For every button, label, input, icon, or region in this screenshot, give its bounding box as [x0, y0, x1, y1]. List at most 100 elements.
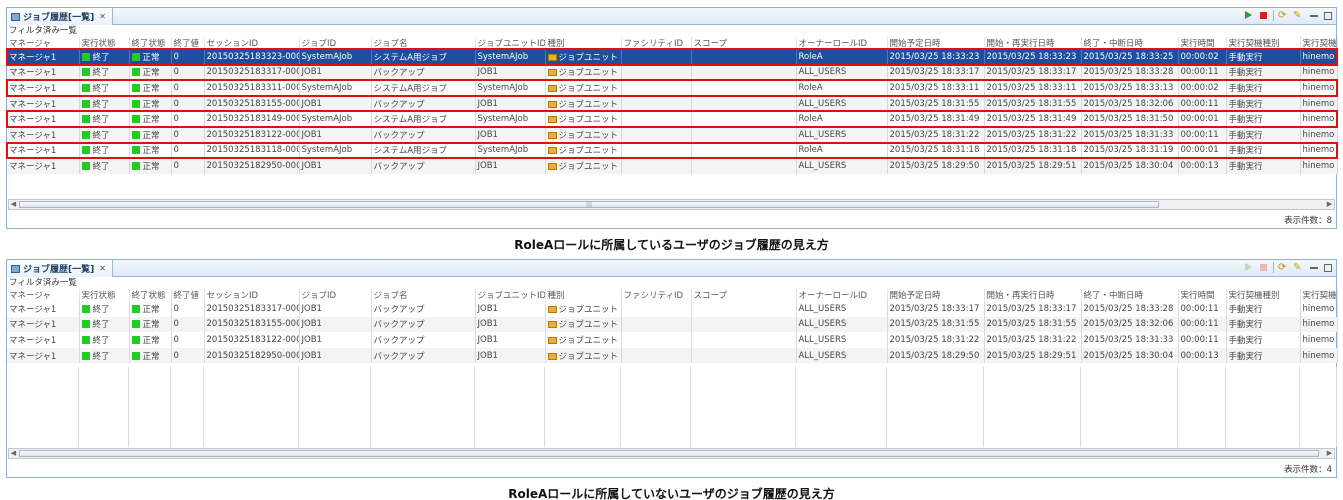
minimize-icon[interactable]: [1310, 266, 1318, 269]
cell-exec-state: 終了: [79, 347, 130, 364]
table-row[interactable]: マネージャ1 終了 正常 0 20150325183122-000 JOB1 バックアップ J…: [7, 332, 1338, 348]
column-header-jobunit-id[interactable]: ジョブユニットID: [475, 37, 546, 49]
tab-job-history[interactable]: ジョブ履歴[一覧] ✕: [7, 260, 113, 277]
cell-session-id: 20150325183155-000: [204, 95, 300, 112]
column-header-job-id[interactable]: ジョブID: [299, 289, 372, 301]
green-square-icon: [131, 83, 140, 92]
table-row[interactable]: マネージャ1 終了 正常 0 20150325183149-000 SystemAJob シ…: [6, 110, 1338, 128]
tab-bar: ジョブ履歴[一覧] ✕ ⟳ ✎: [7, 8, 1336, 25]
column-header-end-value[interactable]: 終了値: [171, 289, 205, 301]
column-header-end-state[interactable]: 終了状態: [129, 289, 172, 301]
column-header-trigger-type[interactable]: 実行契機種別: [1226, 289, 1301, 301]
column-header-scope[interactable]: スコープ: [691, 289, 797, 301]
column-header-end-abort[interactable]: 終了・中断日時: [1081, 37, 1179, 49]
cell-job-id: JOB1: [299, 347, 372, 364]
cell-text: 2015/03/25 18:31:50: [1083, 114, 1174, 125]
column-header-type[interactable]: 種別: [545, 289, 622, 301]
cell-owner-role-id: RoleA: [796, 80, 888, 96]
column-header-start-rerun[interactable]: 開始・再実行日時: [984, 37, 1082, 49]
column-header-exec-time[interactable]: 実行時間: [1178, 289, 1227, 301]
column-header-facility-id[interactable]: ファシリティID: [621, 289, 692, 301]
table-row[interactable]: マネージャ1 終了 正常 0 20150325183317-000 JOB1 バックアップ J…: [7, 301, 1338, 317]
table-row[interactable]: マネージャ1 終了 正常 0 20150325183323-000 SystemAJob シ…: [6, 48, 1338, 66]
horizontal-scrollbar[interactable]: ◀ ||| ▶: [8, 199, 1335, 210]
table-row[interactable]: マネージャ1 終了 正常 0 20150325183118-000 SystemAJob シ…: [6, 141, 1338, 160]
column-header-trigger[interactable]: 実行契機: [1300, 289, 1338, 301]
refresh-icon[interactable]: ⟳: [1278, 10, 1289, 21]
column-header-trigger[interactable]: 実行契機: [1300, 37, 1338, 49]
column-header-manager[interactable]: マネージャ: [7, 37, 80, 49]
cell-facility-id: [621, 332, 692, 348]
close-icon[interactable]: ✕: [99, 264, 106, 273]
cell-end-abort: 2015/03/25 18:30:04: [1081, 347, 1179, 364]
cell-type: ジョブユニット: [545, 347, 622, 364]
scroll-thumb[interactable]: |||: [19, 201, 1159, 208]
cell-text: システムA用ジョブ: [373, 115, 448, 126]
tab-job-history[interactable]: ジョブ履歴[一覧] ✕: [7, 8, 113, 25]
column-header-owner-role-id[interactable]: オーナーロールID: [796, 37, 888, 49]
maximize-icon[interactable]: [1324, 11, 1332, 20]
table-row[interactable]: マネージャ1 終了 正常 0 20150325182950-000 JOB1 バックアップ J…: [7, 347, 1338, 364]
table-row[interactable]: マネージャ1 終了 正常 0 20150325183311-000 SystemAJob シ…: [6, 79, 1338, 97]
column-header-session-id[interactable]: セッションID: [204, 289, 300, 301]
pen-icon[interactable]: ✎: [1293, 262, 1304, 273]
maximize-icon[interactable]: [1324, 263, 1332, 272]
column-header-exec-state[interactable]: 実行状態: [79, 289, 130, 301]
column-header-facility-id[interactable]: ファシリティID: [621, 37, 692, 49]
column-header-exec-time[interactable]: 実行時間: [1178, 37, 1227, 49]
cell-text: 20150325183323-000: [206, 51, 299, 62]
cell-manager: マネージャ1: [7, 111, 80, 127]
minimize-icon[interactable]: [1310, 14, 1318, 17]
table-row[interactable]: マネージャ1 終了 正常 0 20150325183317-000 JOB1 バックアップ J…: [7, 64, 1338, 81]
column-header-job-name[interactable]: ジョブ名: [371, 289, 476, 301]
cell-text: ALL_USERS: [798, 129, 847, 140]
close-icon[interactable]: ✕: [99, 12, 106, 21]
column-header-job-id[interactable]: ジョブID: [299, 37, 372, 49]
column-divider: [298, 367, 299, 447]
cell-end-abort: 2015/03/25 18:32:06: [1081, 95, 1179, 112]
scroll-thumb[interactable]: [19, 450, 1319, 457]
column-header-end-abort[interactable]: 終了・中断日時: [1081, 289, 1179, 301]
column-header-trigger-type[interactable]: 実行契機種別: [1226, 37, 1301, 49]
column-header-end-state[interactable]: 終了状態: [129, 37, 172, 49]
column-header-exec-state[interactable]: 実行状態: [79, 37, 130, 49]
column-header-scheduled-start[interactable]: 開始予定日時: [887, 37, 985, 49]
cell-trigger: hinemo: [1300, 332, 1338, 348]
scroll-right-icon[interactable]: ▶: [1325, 200, 1334, 209]
scroll-left-icon[interactable]: ◀: [9, 200, 18, 209]
refresh-icon[interactable]: ⟳: [1278, 262, 1289, 273]
cell-text: バックアップ: [373, 99, 425, 110]
pen-icon[interactable]: ✎: [1293, 10, 1304, 21]
column-header-start-rerun[interactable]: 開始・再実行日時: [984, 289, 1082, 301]
column-header-end-value[interactable]: 終了値: [171, 37, 205, 49]
table-row[interactable]: マネージャ1 終了 正常 0 20150325183155-000 JOB1 バックアップ J…: [7, 95, 1338, 112]
column-header-job-name[interactable]: ジョブ名: [371, 37, 476, 49]
cell-end-value: 0: [171, 64, 205, 81]
cell-end-state: 正常: [129, 49, 172, 65]
stop-icon[interactable]: [1258, 262, 1269, 273]
scroll-right-icon[interactable]: ▶: [1325, 449, 1334, 458]
column-header-scope[interactable]: スコープ: [691, 37, 797, 49]
column-header-owner-role-id[interactable]: オーナーロールID: [796, 289, 888, 301]
cell-text: 2015/03/25 18:31:49: [986, 114, 1077, 125]
cell-text: 2015/03/25 18:33:28: [1083, 303, 1174, 314]
horizontal-scrollbar[interactable]: ◀ ▶: [8, 448, 1335, 459]
scroll-left-icon[interactable]: ◀: [9, 449, 18, 458]
cell-trigger-type: 手動実行: [1226, 80, 1301, 96]
play-icon[interactable]: [1243, 262, 1254, 273]
table-row[interactable]: マネージャ1 終了 正常 0 20150325183122-000 JOB1 バックアップ J…: [7, 126, 1338, 143]
stop-icon[interactable]: [1258, 10, 1269, 21]
cell-text: 手動実行: [1228, 335, 1263, 346]
cell-jobunit-id: SystemAJob: [475, 80, 546, 96]
cell-trigger-type: 手動実行: [1226, 111, 1301, 127]
column-header-type[interactable]: 種別: [545, 37, 622, 49]
play-icon[interactable]: [1243, 10, 1254, 21]
column-header-manager[interactable]: マネージャ: [7, 289, 80, 301]
cell-text: バックアップ: [373, 304, 425, 315]
table-row[interactable]: マネージャ1 終了 正常 0 20150325183155-000 JOB1 バックアップ J…: [7, 316, 1338, 333]
cell-text: 0: [173, 319, 179, 330]
column-header-scheduled-start[interactable]: 開始予定日時: [887, 289, 985, 301]
column-header-session-id[interactable]: セッションID: [204, 37, 300, 49]
column-header-jobunit-id[interactable]: ジョブユニットID: [475, 289, 546, 301]
table-row[interactable]: マネージャ1 終了 正常 0 20150325182950-000 JOB1 バックアップ J…: [7, 158, 1338, 174]
